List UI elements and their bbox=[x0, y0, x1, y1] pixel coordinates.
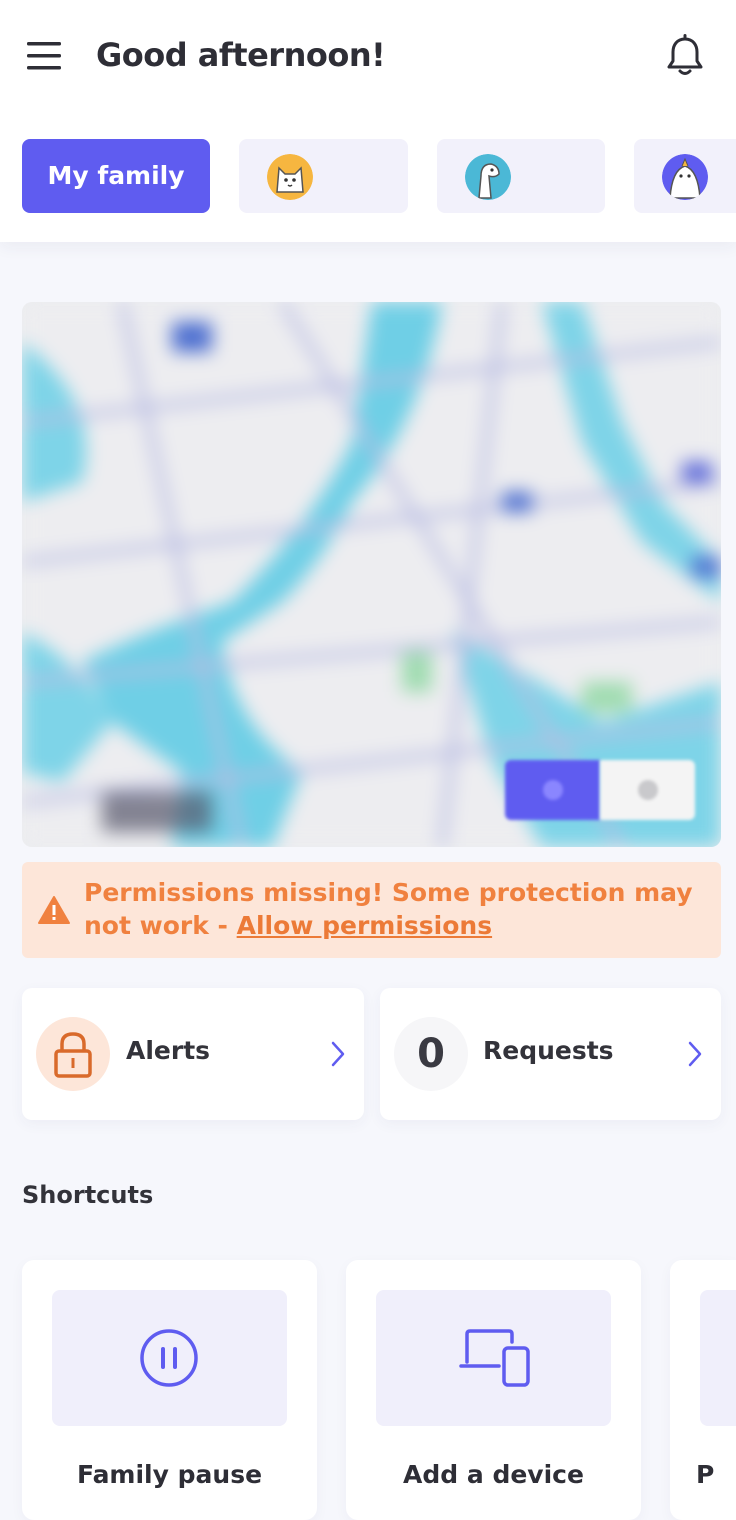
alerts-label: Alerts bbox=[126, 1036, 211, 1065]
tab-member-horse[interactable] bbox=[437, 139, 605, 213]
horse-avatar-icon bbox=[465, 154, 511, 200]
page-title: Good afternoon! bbox=[96, 36, 386, 74]
requests-count: 0 bbox=[394, 1017, 468, 1091]
warning-triangle-icon bbox=[38, 896, 70, 924]
shortcut-partial[interactable]: P bbox=[670, 1260, 736, 1520]
requests-label: Requests bbox=[483, 1036, 614, 1065]
lock-icon-container bbox=[36, 1017, 110, 1091]
shortcut-icon-box bbox=[700, 1290, 736, 1426]
tab-label: My family bbox=[47, 161, 185, 190]
locate-button[interactable] bbox=[505, 760, 600, 820]
tab-my-family[interactable]: My family bbox=[22, 139, 210, 213]
shortcut-icon-box bbox=[52, 1290, 287, 1426]
location-icon bbox=[543, 780, 563, 800]
family-tabs: My family bbox=[0, 139, 736, 214]
top-bar: Good afternoon! My family bbox=[0, 0, 736, 242]
allow-permissions-link[interactable]: Allow permissions bbox=[237, 911, 492, 940]
shortcut-family-pause[interactable]: Family pause bbox=[22, 1260, 317, 1520]
map-mode-toggle bbox=[505, 760, 695, 820]
shortcut-add-device[interactable]: Add a device bbox=[346, 1260, 641, 1520]
location-map[interactable] bbox=[22, 302, 721, 847]
shortcuts-heading: Shortcuts bbox=[22, 1181, 154, 1209]
devices-icon bbox=[459, 1329, 530, 1387]
shortcut-label: Add a device bbox=[403, 1460, 584, 1489]
shortcut-label: Family pause bbox=[76, 1460, 263, 1489]
shortcut-label: P bbox=[696, 1460, 715, 1489]
pause-circle-icon bbox=[140, 1329, 198, 1387]
tab-member-cat[interactable] bbox=[239, 139, 408, 213]
cat-avatar-icon bbox=[267, 154, 313, 200]
warning-text: Permissions missing! Some protection may… bbox=[84, 876, 704, 942]
menu-button[interactable] bbox=[24, 38, 64, 74]
alerts-card[interactable]: Alerts bbox=[22, 988, 364, 1120]
requests-card[interactable]: 0 Requests bbox=[380, 988, 721, 1120]
layers-icon bbox=[638, 780, 658, 800]
tab-member-bird[interactable] bbox=[634, 139, 736, 213]
bird-avatar-icon bbox=[662, 154, 708, 200]
shortcut-icon-box bbox=[376, 1290, 611, 1426]
lock-icon bbox=[54, 1032, 92, 1078]
chevron-right-icon bbox=[688, 1041, 702, 1067]
layers-button[interactable] bbox=[600, 760, 695, 820]
permissions-warning-banner: Permissions missing! Some protection may… bbox=[22, 862, 721, 958]
bell-icon bbox=[667, 34, 703, 75]
chevron-right-icon bbox=[331, 1041, 345, 1067]
notifications-button[interactable] bbox=[664, 34, 706, 78]
hamburger-menu-icon bbox=[27, 42, 61, 70]
